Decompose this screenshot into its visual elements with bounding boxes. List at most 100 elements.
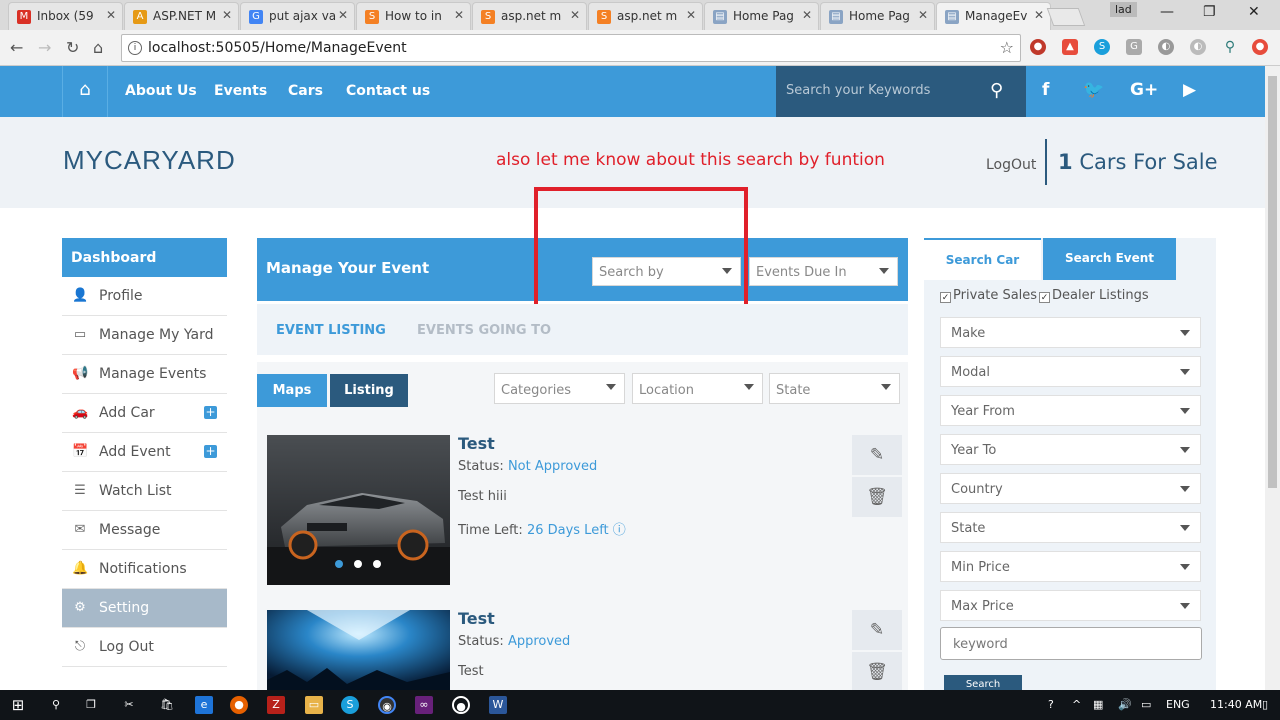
snipping-tool-icon[interactable]: ✂ <box>120 696 138 714</box>
maps-button[interactable]: Maps <box>257 374 327 407</box>
clock[interactable]: 11:40 AM <box>1210 698 1262 711</box>
chrome-icon[interactable]: ◉ <box>378 696 396 714</box>
plus-icon[interactable]: + <box>204 406 217 419</box>
max-price-select[interactable]: Max Price <box>940 590 1201 621</box>
sidebar-item-profile[interactable]: 👤 Profile <box>62 277 227 316</box>
browser-tab[interactable]: S How to in ✕ <box>356 2 471 30</box>
tab-event-listing[interactable]: EVENT LISTING <box>276 323 386 338</box>
checkbox-icon[interactable]: ✓ <box>940 292 951 303</box>
edge-icon[interactable]: e <box>195 696 213 714</box>
keyword-input[interactable]: keyword <box>940 627 1202 660</box>
profile-badge[interactable]: lad <box>1110 2 1137 17</box>
extension-icon[interactable]: ● <box>1252 39 1268 55</box>
browser-tab[interactable]: ▤ Home Pag ✕ <box>704 2 819 30</box>
scrollbar-thumb[interactable] <box>1268 76 1277 488</box>
sidebar-item-setting[interactable]: ⚙ Setting <box>62 589 227 628</box>
browser-tab[interactable]: M Inbox (59 ✕ <box>8 2 123 30</box>
events-due-in-select[interactable]: Events Due In <box>749 257 898 286</box>
extension-icon[interactable]: G <box>1126 39 1142 55</box>
close-tab-icon[interactable]: ✕ <box>106 8 116 22</box>
min-price-select[interactable]: Min Price <box>940 551 1201 582</box>
help-icon[interactable]: ? <box>1048 698 1054 711</box>
nav-contact-us[interactable]: Contact us <box>346 83 430 99</box>
close-window-icon[interactable]: ✕ <box>1248 4 1260 20</box>
new-tab-button[interactable] <box>1046 8 1086 26</box>
categories-select[interactable]: Categories <box>494 373 625 404</box>
info-icon[interactable]: ⓘ <box>613 523 626 538</box>
site-logo[interactable]: MYCARYARD <box>63 145 236 176</box>
browser-tab[interactable]: Sasp.net m ✕ <box>588 2 703 30</box>
tab-search-car[interactable]: Search Car <box>924 238 1041 280</box>
address-bar[interactable]: i localhost:50505/Home/ManageEvent ☆ <box>121 34 1021 62</box>
google-plus-icon[interactable]: G+ <box>1130 80 1158 100</box>
carousel-dot[interactable] <box>354 560 362 568</box>
facebook-icon[interactable]: f <box>1042 80 1049 100</box>
forward-icon[interactable]: → <box>38 38 51 57</box>
delete-event-button[interactable]: 🗑 <box>852 477 902 517</box>
country-select[interactable]: Country <box>940 473 1201 504</box>
home-icon[interactable]: ⌂ <box>62 66 108 117</box>
sidebar-item-add-event[interactable]: 📅 Add Event + <box>62 433 227 472</box>
close-tab-icon[interactable]: ✕ <box>222 8 232 22</box>
tab-events-going-to[interactable]: EVENTS GOING TO <box>417 323 551 338</box>
extension-icon[interactable]: ◐ <box>1190 39 1206 55</box>
minimize-icon[interactable]: — <box>1160 4 1174 20</box>
sidebar-item-manage-my-yard[interactable]: ▭ Manage My Yard <box>62 316 227 355</box>
youtube-icon[interactable]: ▶ <box>1183 80 1196 100</box>
close-tab-icon[interactable]: ✕ <box>338 8 348 22</box>
modal-select[interactable]: Modal <box>940 356 1201 387</box>
browser-tab[interactable]: Sasp.net m ✕ <box>472 2 587 30</box>
sidebar-item-manage-events[interactable]: 📢 Manage Events <box>62 355 227 394</box>
sidebar-item-notifications[interactable]: 🔔 Notifications <box>62 550 227 589</box>
twitter-icon[interactable]: 🐦 <box>1083 80 1104 100</box>
close-tab-icon[interactable]: ✕ <box>454 8 464 22</box>
nav-events[interactable]: Events <box>214 83 267 99</box>
home-icon[interactable]: ⌂ <box>93 38 103 57</box>
year-from-select[interactable]: Year From <box>940 395 1201 426</box>
app-icon[interactable]: ● <box>452 696 470 714</box>
year-to-select[interactable]: Year To <box>940 434 1201 465</box>
store-icon[interactable]: 🛍 <box>158 696 176 714</box>
maximize-icon[interactable]: ❐ <box>1203 4 1216 20</box>
browser-tab-active[interactable]: ▤ ManageEv ✕ <box>936 2 1051 30</box>
close-tab-icon[interactable]: ✕ <box>802 8 812 22</box>
private-sales-checkbox[interactable]: ✓ Private Sales <box>940 288 1037 303</box>
keyword-search-box[interactable]: Search your Keywords ⚲ <box>776 66 1026 117</box>
windows-start-icon[interactable]: ⊞ <box>9 696 27 714</box>
listing-button[interactable]: Listing <box>330 374 408 407</box>
search-input[interactable]: Search your Keywords <box>786 83 930 98</box>
tab-search-event[interactable]: Search Event <box>1043 238 1176 280</box>
extension-icon[interactable]: ▲ <box>1062 39 1078 55</box>
event-title[interactable]: Test <box>458 609 495 628</box>
browser-tab[interactable]: A ASP.NET M ✕ <box>124 2 239 30</box>
back-icon[interactable]: ← <box>10 38 23 57</box>
bookmark-star-icon[interactable]: ☆ <box>1000 38 1014 57</box>
info-icon[interactable]: i <box>128 41 142 55</box>
search-icon[interactable]: ⚲ <box>990 80 1003 101</box>
skype-icon[interactable]: S <box>341 696 359 714</box>
filezilla-icon[interactable]: Z <box>267 696 285 714</box>
sidebar-item-add-car[interactable]: 🚗 Add Car + <box>62 394 227 433</box>
extension-icon[interactable]: ● <box>1030 39 1046 55</box>
folder-icon[interactable]: ▭ <box>305 696 323 714</box>
carousel-dot[interactable] <box>373 560 381 568</box>
reload-icon[interactable]: ↻ <box>66 38 79 57</box>
logout-link[interactable]: LogOut <box>986 157 1036 173</box>
delete-event-button[interactable]: 🗑 <box>852 652 902 690</box>
event-title[interactable]: Test <box>458 434 495 453</box>
search-extension-icon[interactable]: ⚲ <box>1222 39 1238 55</box>
word-icon[interactable]: W <box>489 696 507 714</box>
sidebar-item-watch-list[interactable]: ☰ Watch List <box>62 472 227 511</box>
volume-icon[interactable]: 🔊 <box>1118 698 1132 711</box>
make-select[interactable]: Make <box>940 317 1201 348</box>
browser-tab[interactable]: ▤ Home Pag ✕ <box>820 2 935 30</box>
plus-icon[interactable]: + <box>204 445 217 458</box>
nav-cars[interactable]: Cars <box>288 83 323 99</box>
close-tab-icon[interactable]: ✕ <box>1034 8 1044 22</box>
battery-icon[interactable]: ▭ <box>1141 698 1151 711</box>
close-tab-icon[interactable]: ✕ <box>918 8 928 22</box>
firefox-icon[interactable]: ● <box>230 696 248 714</box>
sidebar-item-log-out[interactable]: ⎋ Log Out <box>62 628 227 667</box>
network-icon[interactable]: ▦ <box>1093 698 1103 711</box>
language-indicator[interactable]: ENG <box>1166 698 1190 711</box>
